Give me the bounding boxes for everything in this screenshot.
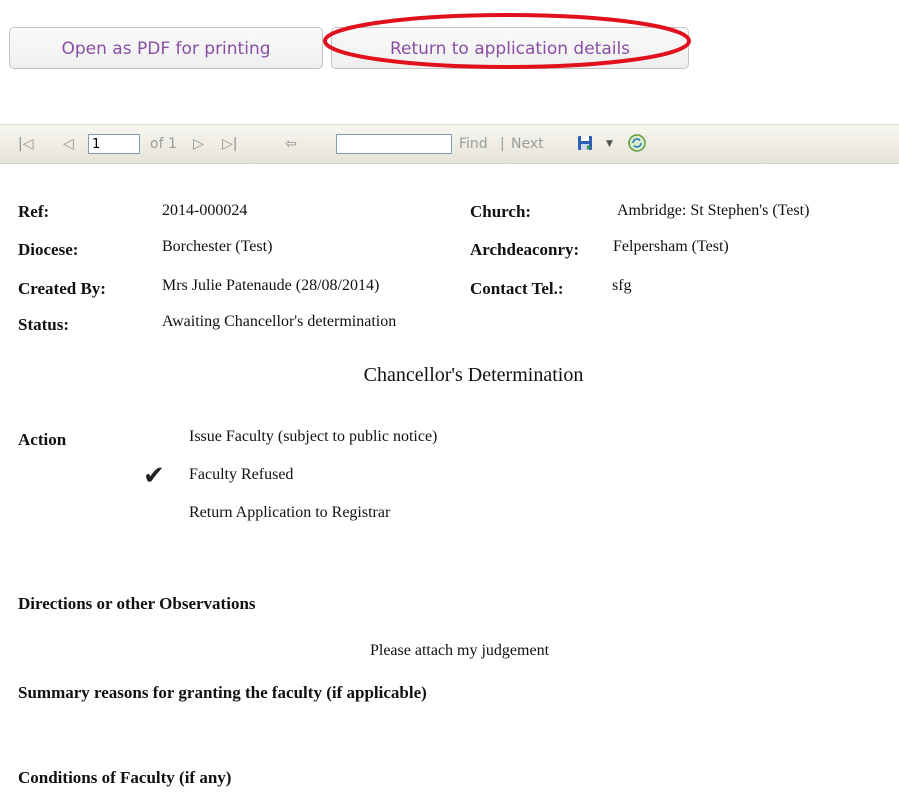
church-label: Church:: [470, 202, 532, 221]
previous-page-icon[interactable]: ◁: [63, 125, 74, 163]
created-by-value: Mrs Julie Patenaude (28/08/2014): [162, 277, 380, 294]
open-pdf-button[interactable]: Open as PDF for printing: [9, 27, 323, 69]
determination-title: Chancellor's Determination: [363, 364, 584, 386]
page-number-input[interactable]: [88, 134, 140, 154]
find-text-input[interactable]: [336, 134, 452, 154]
directions-label: Directions or other Observations: [18, 594, 256, 613]
action-option-return: Return Application to Registrar: [189, 504, 391, 521]
contact-tel-label: Contact Tel.:: [470, 279, 564, 298]
summary-label: Summary reasons for granting the faculty…: [18, 683, 427, 702]
back-icon[interactable]: ⇦: [285, 125, 297, 163]
ref-label: Ref:: [18, 202, 50, 221]
refresh-icon[interactable]: [627, 133, 647, 153]
export-dropdown-icon[interactable]: ▼: [606, 125, 613, 163]
report-viewer-toolbar: |◁ ◁ of 1 ▷ ▷| ⇦ Find | Next ▼: [0, 124, 899, 164]
report-body: Ref: 2014-000024 Church: Ambridge: St St…: [0, 164, 899, 794]
created-by-label: Created By:: [18, 279, 106, 298]
church-value: Ambridge: St Stephen's (Test): [617, 202, 810, 219]
contact-tel-value: sfg: [612, 277, 632, 294]
ref-value: 2014-000024: [162, 202, 248, 219]
status-value: Awaiting Chancellor's determination: [162, 313, 397, 330]
return-to-application-button[interactable]: Return to application details: [331, 27, 689, 69]
find-next-link[interactable]: Next: [511, 125, 544, 163]
checkmark-icon: ✔: [143, 461, 165, 490]
conditions-label: Conditions of Faculty (if any): [18, 768, 232, 787]
next-page-icon[interactable]: ▷: [193, 125, 204, 163]
action-option-refused: Faculty Refused: [189, 466, 294, 483]
last-page-icon[interactable]: ▷|: [222, 125, 237, 163]
directions-value: Please attach my judgement: [369, 642, 550, 659]
save-export-icon[interactable]: [577, 135, 593, 151]
diocese-label: Diocese:: [18, 240, 79, 259]
archdeaconry-value: Felpersham (Test): [613, 238, 729, 255]
action-option-issue: Issue Faculty (subject to public notice): [189, 428, 438, 445]
archdeaconry-label: Archdeaconry:: [470, 240, 580, 259]
toolbar-separator: |: [500, 136, 505, 152]
page-count-label: of 1: [150, 136, 177, 152]
status-label: Status:: [18, 315, 70, 334]
find-link[interactable]: Find: [459, 125, 488, 163]
first-page-icon[interactable]: |◁: [18, 125, 33, 163]
action-label: Action: [18, 430, 67, 449]
diocese-value: Borchester (Test): [162, 238, 273, 255]
